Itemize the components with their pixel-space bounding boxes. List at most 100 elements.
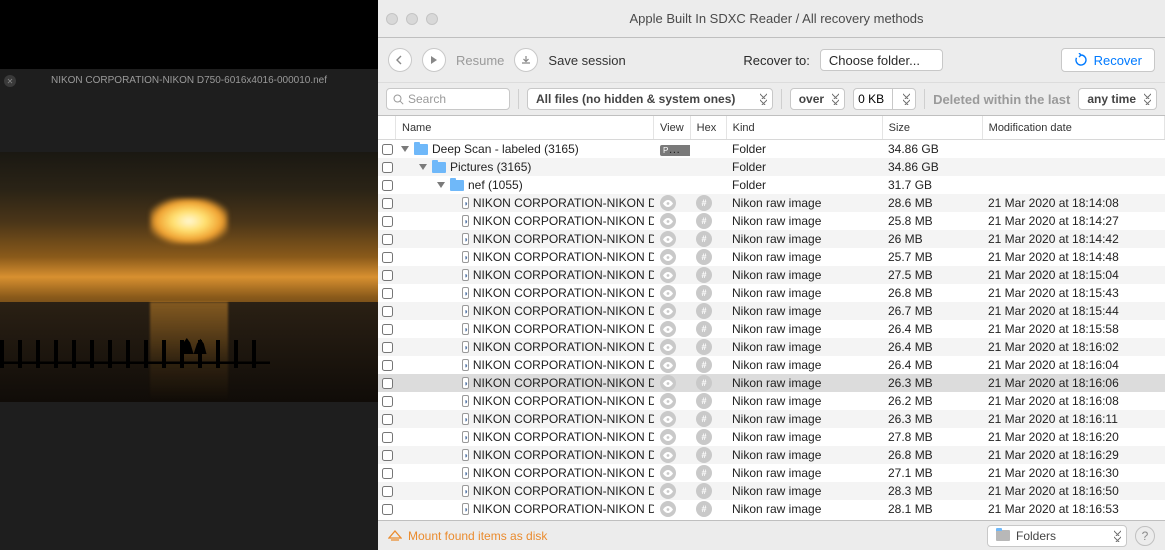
hex-icon[interactable]: # — [696, 393, 712, 409]
header-name[interactable]: Name — [396, 116, 654, 139]
traffic-close[interactable] — [386, 13, 398, 25]
header-size[interactable]: Size — [883, 116, 983, 139]
row-checkbox[interactable] — [382, 234, 393, 245]
preview-icon[interactable] — [660, 483, 676, 499]
search-input[interactable]: Search — [386, 88, 510, 110]
row-checkbox[interactable] — [382, 180, 393, 191]
table-row[interactable]: ◑NIKON CORPORATION-NIKON D75… # Nikon ra… — [378, 248, 1165, 266]
preview-icon[interactable] — [660, 411, 676, 427]
table-row[interactable]: ◑NIKON CORPORATION-NIKON D75… # Nikon ra… — [378, 194, 1165, 212]
preview-icon[interactable] — [660, 447, 676, 463]
hex-icon[interactable]: # — [696, 429, 712, 445]
row-checkbox[interactable] — [382, 252, 393, 263]
header-view[interactable]: View — [654, 116, 691, 139]
row-checkbox[interactable] — [382, 450, 393, 461]
table-row[interactable]: Deep Scan - labeled (3165) PRO ↗ Folder3… — [378, 140, 1165, 158]
table-row[interactable]: ◑NIKON CORPORATION-NIKON D75… # Nikon ra… — [378, 482, 1165, 500]
hex-icon[interactable]: # — [696, 447, 712, 463]
table-row[interactable]: ◑NIKON CORPORATION-NIKON D75… # Nikon ra… — [378, 284, 1165, 302]
row-checkbox[interactable] — [382, 144, 393, 155]
help-button[interactable]: ? — [1135, 526, 1155, 546]
hex-icon[interactable]: # — [696, 465, 712, 481]
preview-icon[interactable] — [660, 339, 676, 355]
row-checkbox[interactable] — [382, 396, 393, 407]
hex-icon[interactable]: # — [696, 267, 712, 283]
mount-button[interactable]: Mount found items as disk — [388, 529, 547, 543]
preview-icon[interactable] — [660, 213, 676, 229]
size-value-input[interactable] — [853, 88, 893, 110]
row-checkbox[interactable] — [382, 414, 393, 425]
table-row[interactable]: ◑NIKON CORPORATION-NIKON D75… # Nikon ra… — [378, 356, 1165, 374]
save-session-button[interactable] — [514, 48, 538, 72]
preview-icon[interactable] — [660, 267, 676, 283]
resume-button[interactable] — [422, 48, 446, 72]
preview-icon[interactable] — [660, 321, 676, 337]
table-row[interactable]: ◑NIKON CORPORATION-NIKON D75… # Nikon ra… — [378, 428, 1165, 446]
table-row[interactable]: ◑NIKON CORPORATION-NIKON D75… # Nikon ra… — [378, 464, 1165, 482]
preview-icon[interactable] — [660, 375, 676, 391]
header-kind[interactable]: Kind — [727, 116, 883, 139]
hex-icon[interactable]: # — [696, 321, 712, 337]
table-row[interactable]: nef (1055) Folder31.7 GB — [378, 176, 1165, 194]
row-checkbox[interactable] — [382, 360, 393, 371]
preview-icon[interactable] — [660, 303, 676, 319]
hex-icon[interactable]: # — [696, 303, 712, 319]
hex-icon[interactable]: # — [696, 231, 712, 247]
row-checkbox[interactable] — [382, 198, 393, 209]
row-checkbox[interactable] — [382, 288, 393, 299]
row-checkbox[interactable] — [382, 378, 393, 389]
preview-icon[interactable] — [660, 393, 676, 409]
recover-folder-select[interactable]: Choose folder... — [820, 49, 943, 71]
hex-icon[interactable]: # — [696, 213, 712, 229]
recover-button[interactable]: Recover — [1061, 48, 1155, 72]
table-row[interactable]: ◑NIKON CORPORATION-NIKON D75… # Nikon ra… — [378, 338, 1165, 356]
table-row[interactable]: ◑NIKON CORPORATION-NIKON D75… # Nikon ra… — [378, 230, 1165, 248]
table-row[interactable]: ◑NIKON CORPORATION-NIKON D75… # Nikon ra… — [378, 446, 1165, 464]
view-mode-select[interactable]: Folders — [987, 525, 1127, 547]
row-checkbox[interactable] — [382, 270, 393, 281]
hex-icon[interactable]: # — [696, 411, 712, 427]
deleted-time-select[interactable]: any time — [1078, 88, 1157, 110]
preview-icon[interactable] — [660, 285, 676, 301]
preview-icon[interactable] — [660, 195, 676, 211]
hex-icon[interactable]: # — [696, 285, 712, 301]
back-button[interactable] — [388, 48, 412, 72]
row-checkbox[interactable] — [382, 162, 393, 173]
row-checkbox[interactable] — [382, 504, 393, 515]
hex-icon[interactable]: # — [696, 375, 712, 391]
file-type-filter[interactable]: All files (no hidden & system ones) — [527, 88, 773, 110]
hex-icon[interactable]: # — [696, 357, 712, 373]
hex-icon[interactable]: # — [696, 501, 712, 517]
table-row[interactable]: ◑NIKON CORPORATION-NIKON D75… # Nikon ra… — [378, 374, 1165, 392]
table-row[interactable]: ◑NIKON CORPORATION-NIKON D75… # Nikon ra… — [378, 266, 1165, 284]
hex-icon[interactable]: # — [696, 249, 712, 265]
preview-icon[interactable] — [660, 249, 676, 265]
preview-icon[interactable] — [660, 357, 676, 373]
header-hex[interactable]: Hex — [691, 116, 727, 139]
row-checkbox[interactable] — [382, 324, 393, 335]
table-row[interactable]: ◑NIKON CORPORATION-NIKON D75… # Nikon ra… — [378, 212, 1165, 230]
table-row[interactable]: ◑NIKON CORPORATION-NIKON D75… # Nikon ra… — [378, 500, 1165, 518]
size-operator-select[interactable]: over — [790, 88, 845, 110]
table-row[interactable]: Pictures (3165) Folder34.86 GB — [378, 158, 1165, 176]
hex-icon[interactable]: # — [696, 339, 712, 355]
traffic-min[interactable] — [406, 13, 418, 25]
row-checkbox[interactable] — [382, 486, 393, 497]
hex-icon[interactable]: # — [696, 195, 712, 211]
row-checkbox[interactable] — [382, 306, 393, 317]
header-date[interactable]: Modification date — [983, 116, 1165, 139]
row-checkbox[interactable] — [382, 468, 393, 479]
file-list[interactable]: Deep Scan - labeled (3165) PRO ↗ Folder3… — [378, 140, 1165, 520]
row-checkbox[interactable] — [382, 342, 393, 353]
preview-icon[interactable] — [660, 231, 676, 247]
size-unit-select[interactable] — [893, 88, 916, 110]
table-row[interactable]: ◑NIKON CORPORATION-NIKON D75… # Nikon ra… — [378, 410, 1165, 428]
preview-icon[interactable] — [660, 429, 676, 445]
row-checkbox[interactable] — [382, 432, 393, 443]
table-row[interactable]: ◑NIKON CORPORATION-NIKON D75… # Nikon ra… — [378, 320, 1165, 338]
table-row[interactable]: ◑NIKON CORPORATION-NIKON D75… # Nikon ra… — [378, 302, 1165, 320]
table-row[interactable]: ◑NIKON CORPORATION-NIKON D75… # Nikon ra… — [378, 392, 1165, 410]
preview-icon[interactable] — [660, 501, 676, 517]
traffic-max[interactable] — [426, 13, 438, 25]
preview-icon[interactable] — [660, 465, 676, 481]
